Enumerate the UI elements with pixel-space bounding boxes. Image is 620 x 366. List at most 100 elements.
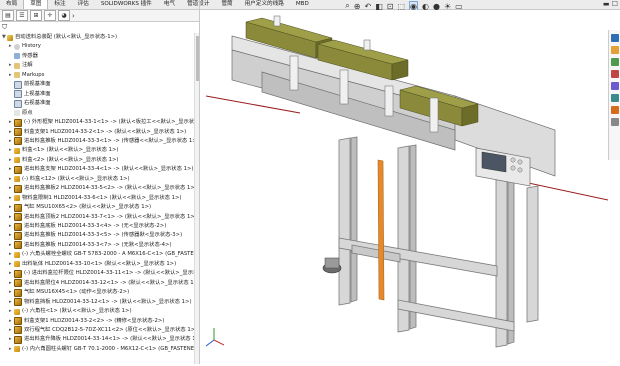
plane-icon bbox=[14, 99, 22, 108]
tree-item[interactable]: ▼ 自动送料总装配 (默认<默认_显示状态-1>) bbox=[2, 33, 117, 42]
tree-item-label: 物料盒限制1 HLDZ0014-33-6<1> (默认<<默认>_显示状态 1>… bbox=[22, 194, 182, 201]
hist-icon bbox=[14, 43, 20, 50]
solidworks-resources-icon[interactable] bbox=[611, 34, 619, 42]
tab-3[interactable]: 评估 bbox=[72, 0, 95, 9]
tree-item-label: 进出料盒顶板2 HLDZ0014-33-7<1> -> (默认<<默认>_显示状… bbox=[24, 213, 194, 220]
folder-icon bbox=[14, 72, 20, 79]
asm-icon bbox=[14, 213, 22, 222]
tree-item-label: 进出料盒推板2 HLDZ0014-33-5<2> -> (默认<<默认>_显示状… bbox=[24, 185, 194, 192]
tree-item[interactable]: ▸ 气缸 MSU16X45<1> (动作<显示状态-2>) bbox=[9, 288, 129, 297]
folder-icon bbox=[14, 62, 20, 69]
plane-icon bbox=[14, 90, 22, 99]
tree-item-label: 进出料盒推板 HLDZ0014-33-3<1> -> (传感器<<默认>_显示状… bbox=[24, 137, 194, 144]
tree-item-label: History bbox=[22, 43, 41, 50]
tree-item[interactable]: ▸ History bbox=[9, 42, 41, 51]
tree-item-label: 自动送料总装配 (默认<默认_显示状态-1>) bbox=[15, 34, 118, 40]
tree-item[interactable]: ▸ (-) 进出料盒拉杆限位 HLDZ0014-33-11<1> -> (默认<<… bbox=[9, 269, 194, 278]
tree-panel-more-icon[interactable]: › bbox=[72, 12, 75, 20]
tree-item[interactable]: ▸ (-) 六角柱<1> (默认<<默认>_显示状态 1>) bbox=[9, 307, 132, 316]
custom-properties-icon[interactable] bbox=[611, 94, 619, 102]
tree-item-label: (-) 外形框架 HLDZ0014-33-1<1> -> (默认<板拉工<<默认… bbox=[24, 119, 194, 126]
tree-item[interactable]: 原点 bbox=[9, 109, 33, 118]
tree-item[interactable]: ▸ 料盒<1> (默认<<默认>_显示状态 1>) bbox=[9, 146, 119, 155]
tab-5[interactable]: 电气 bbox=[158, 0, 181, 9]
tree-item-label: Markups bbox=[22, 71, 45, 78]
part-icon bbox=[14, 261, 20, 268]
tree-item-label: 注解 bbox=[22, 62, 33, 69]
tree-item-label: (-) 六角头螺栓全螺纹 GB-T 5783-2000 - A M6X16-C<… bbox=[22, 251, 194, 258]
tab-4[interactable]: SOLIDWORKS 插件 bbox=[95, 0, 158, 9]
part-icon bbox=[14, 308, 20, 315]
tree-item[interactable]: ▸ 进出料盒顶板2 HLDZ0014-33-7<1> -> (默认<<默认>_显示… bbox=[9, 213, 194, 222]
tree-item-label: 物料盒挡板 HLDZ0014-33-12<1> -> (默认<<默认>_显示状态… bbox=[24, 298, 192, 305]
tree-item[interactable]: ▸ 双行程气缸 CDQ2B12-5-7DZ-XC11<2> (原位<<默认>_显示… bbox=[9, 326, 194, 335]
asm-icon bbox=[14, 184, 22, 193]
tree-item[interactable]: ▸ (-) 外形框架 HLDZ0014-33-1<1> -> (默认<板拉工<<默… bbox=[9, 118, 194, 127]
tree-item[interactable]: ▸ 注解 bbox=[9, 61, 33, 70]
tree-item-label: 气缸 MSU10X65<2> (默认<<默认>_显示状态 1>) bbox=[24, 204, 152, 211]
tree-item-label: 出料轨体 HLDZ0014-33-10<1> (默认<<默认>_显示状态 1>) bbox=[22, 260, 177, 267]
tree-item[interactable]: ▸ (-) 内六角圆柱头螺钉 GB-T 70.1-2000 - M6X12-C<1… bbox=[9, 345, 194, 354]
tree-item[interactable]: 右视基准面 bbox=[9, 99, 51, 108]
tree-item[interactable]: ▸ Markups bbox=[9, 71, 44, 80]
tree-item-label: 料盒<2> (默认<<默认>_显示状态 1>) bbox=[22, 156, 119, 163]
tree-item[interactable]: ▸ 进出料盒推板 HLDZ0014-33-3<7> -> (无默<显示状态-4>) bbox=[9, 241, 172, 250]
tree-item[interactable]: ▸ (-) 六角头螺栓全螺纹 GB-T 5783-2000 - A M6X16-C… bbox=[9, 250, 194, 259]
tree-item[interactable]: ▸ 进出料盒推板 HLDZ0014-33-3<1> -> (传感器<<默认>_显示… bbox=[9, 137, 194, 146]
tree-item-label: (-) 内六角圆柱头螺钉 GB-T 70.1-2000 - M6X12-C<1>… bbox=[22, 345, 194, 352]
tree-item[interactable]: ▸ 料盒<2> (默认<<默认>_显示状态 1>) bbox=[9, 156, 119, 165]
tab-2[interactable]: 标注 bbox=[48, 0, 71, 9]
tree-item-label: 料盒支架1 HLDZ0014-33-2<1> -> (默认<<默认>_显示状态 … bbox=[24, 128, 187, 135]
asm-icon bbox=[14, 165, 22, 174]
asm-icon bbox=[14, 241, 22, 250]
tree-item-label: 气缸 MSU16X45<1> (动作<显示状态-2>) bbox=[24, 289, 130, 296]
tab-0[interactable]: 布局 bbox=[0, 0, 23, 9]
tree-item[interactable]: ▸ 物料盒限制1 HLDZ0014-33-6<1> (默认<<默认>_显示状态 1… bbox=[9, 194, 182, 203]
part-icon bbox=[14, 195, 20, 202]
configuration-manager-tab-icon[interactable]: ⊞ bbox=[30, 10, 42, 21]
property-manager-tab-icon[interactable]: ☰ bbox=[16, 10, 28, 21]
display-manager-tab-icon[interactable]: ◕ bbox=[58, 10, 70, 21]
file-explorer-icon[interactable] bbox=[611, 58, 619, 66]
feature-tree-tab-icon[interactable]: ▤ bbox=[2, 10, 14, 21]
window-controls[interactable]: ▬ ☐ bbox=[603, 0, 618, 8]
solidworks-forum-icon[interactable] bbox=[611, 106, 619, 114]
tree-item[interactable]: 上视基准面 bbox=[9, 90, 51, 99]
tree-item[interactable]: ▸ 进出料盒升降板 HLDZ0014-33-14<1> -> (默认<<默认>_显… bbox=[9, 335, 194, 344]
tree-item[interactable]: ▸ 进出料盒支架 HLDZ0014-33-4<1> -> (默认<<默认>_显示状… bbox=[9, 165, 193, 174]
tree-item[interactable]: ▸ 物料盒挡板 HLDZ0014-33-12<1> -> (默认<<默认>_显示状… bbox=[9, 298, 192, 307]
tree-item-label: 进出料盒推板 HLDZ0014-33-3<5> -> (传感器默<显示状态-3>… bbox=[24, 232, 183, 239]
tab-1[interactable]: 草图 bbox=[23, 0, 49, 9]
filter-icon[interactable]: ⛉ bbox=[2, 23, 11, 32]
task-pane-bar bbox=[608, 30, 620, 160]
task-pane-extra-icon[interactable] bbox=[611, 118, 619, 126]
tree-item[interactable]: ▸ 料盒支架1 HLDZ0014-33-2<1> -> (默认<<默认>_显示状态… bbox=[9, 128, 186, 137]
asm-icon bbox=[14, 279, 22, 288]
assembly-model[interactable] bbox=[200, 10, 609, 364]
graphics-viewport[interactable] bbox=[200, 10, 609, 364]
tree-item-label: 进出料盒升降板 HLDZ0014-33-14<1> -> (默认<<默认>_显示… bbox=[24, 336, 194, 343]
appearances-icon[interactable] bbox=[611, 82, 619, 90]
tree-item[interactable]: ▸ (-) 料盒<12> (默认<<默认>_显示状态 1>) bbox=[9, 175, 130, 184]
tree-item[interactable]: ▸ 进出料盒底板 HLDZ0014-33-3<4> -> (无<显示状态-2>) bbox=[9, 222, 166, 231]
part-icon bbox=[14, 346, 20, 353]
view-palette-icon[interactable] bbox=[611, 70, 619, 78]
tree-item-label: 进出料盒底板 HLDZ0014-33-3<4> -> (无<显示状态-2>) bbox=[24, 223, 167, 229]
tree-item[interactable]: ▸ 进出料盒推板2 HLDZ0014-33-5<2> -> (默认<<默认>_显示… bbox=[9, 184, 194, 193]
tree-item[interactable]: 传感器 bbox=[9, 52, 38, 61]
tree-item[interactable]: ▸ 进出料盒推板 HLDZ0014-33-3<5> -> (传感器默<显示状态-3… bbox=[9, 231, 182, 240]
part-icon bbox=[14, 176, 20, 183]
tree-item[interactable]: ▸ 进出料盒限位4 HLDZ0014-33-12<1> -> (默认<<默认>_显… bbox=[9, 279, 194, 288]
tree-item-label: 进出料盒支架 HLDZ0014-33-4<1> -> (默认<<默认>_显示状态… bbox=[24, 166, 194, 173]
asm-icon bbox=[14, 137, 22, 146]
tree-item[interactable]: ▸ 出料轨体 HLDZ0014-33-10<1> (默认<<默认>_显示状态 1>… bbox=[9, 260, 176, 269]
design-library-icon[interactable] bbox=[611, 46, 619, 54]
tree-item-label: 前视基准面 bbox=[24, 81, 51, 88]
tree-item[interactable]: 前视基准面 bbox=[9, 80, 51, 89]
tree-item[interactable]: ▸ 料盒支架1 HLDZ0014-33-2<2> -> (精修<显示状态-2>) bbox=[9, 317, 164, 326]
tree-item[interactable]: ▸ 气缸 MSU10X65<2> (默认<<默认>_显示状态 1>) bbox=[9, 203, 151, 212]
asm-icon bbox=[14, 288, 22, 297]
dimxpert-tab-icon[interactable]: ✛ bbox=[44, 10, 56, 21]
tree-item-label: (-) 进出料盒拉杆限位 HLDZ0014-33-11<1> -> (默认<<默… bbox=[24, 270, 194, 277]
asm-icon bbox=[14, 222, 22, 231]
